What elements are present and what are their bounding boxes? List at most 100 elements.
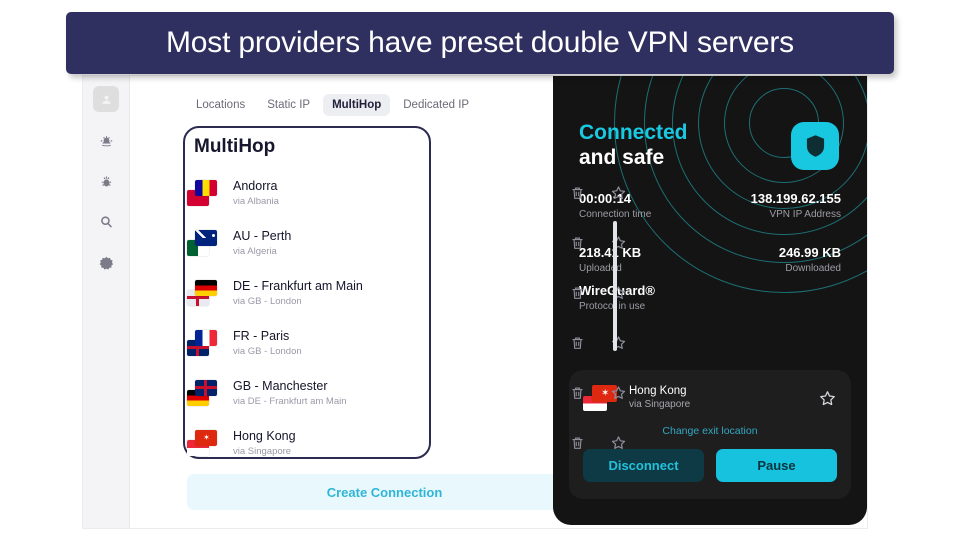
headline-banner: Most providers have preset double VPN se… (66, 12, 894, 74)
sidebar-item-search[interactable] (93, 209, 119, 235)
connection-via: via Singapore (233, 445, 292, 457)
flag-pair (187, 328, 229, 358)
delete-button[interactable] (569, 385, 586, 402)
star-icon (611, 436, 626, 449)
screenshot-root: Most providers have preset double VPN se… (0, 0, 960, 540)
flag-pair (187, 278, 229, 308)
exit-flag-icon (195, 180, 217, 196)
exit-flag-icon (195, 280, 217, 296)
create-connection-button[interactable]: Create Connection (187, 474, 582, 510)
list-item[interactable]: ✶ Hong Kong via Singapore (187, 418, 627, 468)
stat-value: 138.199.62.155 (750, 191, 841, 206)
page-title: MultiHop (194, 136, 276, 157)
connection-name: AU - Perth (233, 228, 292, 243)
stat-vpn-ip: 138.199.62.155 VPN IP Address (751, 190, 841, 222)
delete-button[interactable] (569, 285, 586, 302)
connection-name: Hong Kong (233, 428, 296, 443)
star-icon (611, 386, 626, 399)
connection-name: Andorra (233, 178, 278, 193)
list-item-text: Andorra via Albania (233, 179, 279, 208)
stat-label: VPN IP Address (769, 209, 841, 220)
search-icon (100, 215, 112, 228)
list-item-text: Hong Kong via Singapore (233, 429, 296, 458)
multihop-panel: Locations Static IP MultiHop Dedicated I… (130, 76, 626, 528)
list-item[interactable]: DE - Frankfurt am Main via GB - London (187, 268, 627, 318)
list-item[interactable]: FR - Paris via GB - London (187, 318, 627, 368)
stat-value: 246.99 KB (778, 245, 841, 260)
list-item[interactable]: GB - Manchester via DE - Frankfurt am Ma… (187, 368, 627, 418)
account-icon (101, 95, 111, 104)
stat-label: Downloaded (785, 263, 841, 274)
favorite-button[interactable] (610, 385, 627, 402)
active-connection-name: Hong Kong (629, 385, 687, 397)
status-line-2: and safe (579, 146, 665, 169)
favorite-button[interactable] (610, 185, 627, 202)
favorite-button[interactable] (818, 389, 837, 408)
row-actions (569, 335, 627, 352)
connection-via: via GB - London (233, 295, 302, 307)
row-actions (569, 385, 627, 402)
connection-via: via DE - Frankfurt am Main (233, 395, 347, 407)
alert-icon (100, 135, 112, 146)
sidebar-item-settings[interactable] (93, 250, 119, 276)
tab-static-ip[interactable]: Static IP (258, 94, 319, 116)
exit-flag-icon (195, 230, 217, 246)
active-connection-text: Hong Kong via Singapore (629, 384, 818, 412)
delete-button[interactable] (569, 435, 586, 452)
sidebar-item-threat-protection[interactable] (93, 168, 119, 194)
delete-button[interactable] (569, 335, 586, 352)
trash-icon (572, 237, 583, 249)
row-actions (569, 435, 627, 452)
exit-flag-icon: ✶ (195, 430, 217, 446)
stat-downloaded: 246.99 KB Downloaded (779, 244, 841, 276)
settings-icon (99, 256, 113, 270)
flag-pair (187, 178, 229, 208)
exit-flag-icon (195, 380, 217, 396)
trash-icon (572, 337, 583, 349)
connection-via: via GB - London (233, 345, 302, 357)
sidebar-item-alerts[interactable] (93, 127, 119, 153)
sidebar-item-account[interactable] (93, 86, 119, 112)
flag-pair (187, 228, 229, 258)
list-item[interactable]: AU - Perth via Algeria (187, 218, 627, 268)
connection-status-text: Connected and safe (579, 120, 688, 170)
threat-protection-icon (101, 176, 111, 186)
shield-badge (791, 122, 839, 170)
star-icon (820, 390, 835, 405)
trash-icon (572, 287, 583, 299)
list-item[interactable]: Andorra via Albania (187, 168, 627, 218)
pause-button[interactable]: Pause (716, 449, 837, 482)
connection-via: via Algeria (233, 245, 277, 257)
star-icon (611, 186, 626, 199)
shield-icon (806, 135, 824, 157)
trash-icon (572, 437, 583, 449)
list-item-text: FR - Paris via GB - London (233, 329, 302, 358)
trash-icon (572, 387, 583, 399)
connection-name: DE - Frankfurt am Main (233, 278, 363, 293)
trash-icon (572, 187, 583, 199)
vpn-app-window: Locations Static IP MultiHop Dedicated I… (83, 76, 867, 528)
row-actions (569, 185, 627, 202)
favorite-button[interactable] (610, 435, 627, 452)
flag-pair: ✶ (187, 428, 229, 458)
tab-multihop[interactable]: MultiHop (323, 94, 391, 116)
list-scrollbar[interactable] (613, 221, 617, 351)
delete-button[interactable] (569, 185, 586, 202)
row-actions (569, 235, 627, 252)
app-sidebar-rail (83, 76, 130, 528)
exit-flag-icon (195, 330, 217, 346)
tab-locations[interactable]: Locations (187, 94, 254, 116)
list-item-text: DE - Frankfurt am Main via GB - London (233, 279, 363, 308)
list-item-text: AU - Perth via Algeria (233, 229, 291, 258)
headline-text: Most providers have preset double VPN se… (166, 26, 794, 59)
status-line-1: Connected (579, 121, 688, 144)
tab-dedicated-ip[interactable]: Dedicated IP (394, 94, 478, 116)
list-item-text: GB - Manchester via DE - Frankfurt am Ma… (233, 379, 347, 408)
connection-via: via Albania (233, 195, 279, 207)
connection-name: GB - Manchester (233, 378, 328, 393)
flag-pair (187, 378, 229, 408)
row-actions (569, 285, 627, 302)
delete-button[interactable] (569, 235, 586, 252)
connection-name: FR - Paris (233, 328, 290, 343)
active-connection-via: via Singapore (629, 399, 691, 410)
